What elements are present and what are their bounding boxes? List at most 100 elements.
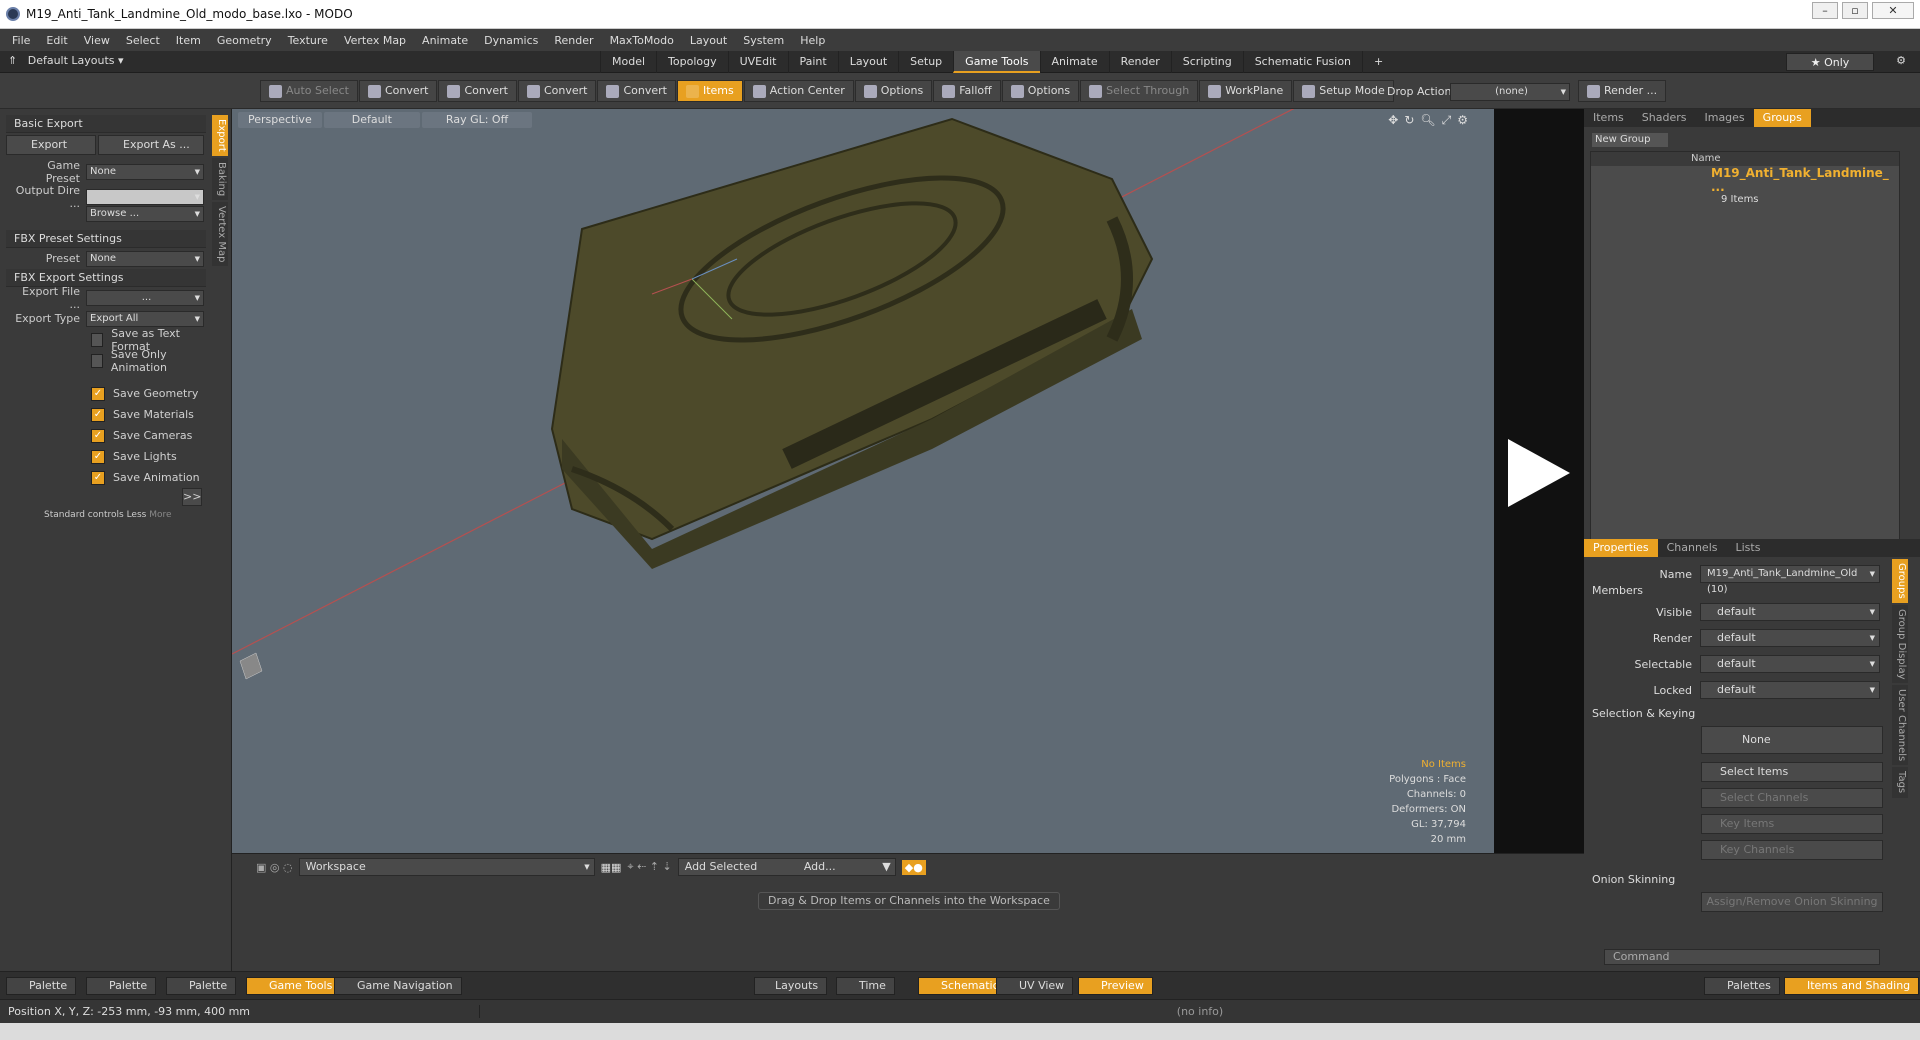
locked-dropdown[interactable]: default [1700,681,1880,699]
tab-images[interactable]: Images [1695,109,1753,127]
minimize-button[interactable]: – [1812,2,1838,19]
menu-maxtomodo[interactable]: MaxToModo [602,34,682,47]
toolbar-action-center-button[interactable]: Action Center [743,80,854,102]
export-type-dropdown[interactable]: Export All [86,310,204,327]
browse-button[interactable]: Browse ... [86,205,204,222]
palette-button-2[interactable]: Palette [86,977,157,995]
preset-dropdown[interactable]: None [86,250,204,267]
assign-onion-button[interactable]: Assign/Remove Onion Skinning [1701,892,1883,912]
key-channels-button[interactable]: Key Channels [1701,840,1883,860]
schematic-tool-icons[interactable]: ▣ ◎ ◌ [256,861,293,874]
menu-select[interactable]: Select [118,34,168,47]
menu-help[interactable]: Help [792,34,833,47]
tab-lists[interactable]: Lists [1727,539,1770,557]
toolbar-falloff-button[interactable]: Falloff [933,80,1001,102]
group-name-field[interactable]: M19_Anti_Tank_Landmine_Old (10) [1700,565,1880,595]
tab-items[interactable]: Items [1584,109,1633,127]
group-row[interactable]: M19_Anti_Tank_Landmine_ ... 9 Items [1591,166,1899,205]
3d-viewport[interactable]: Perspective Default Ray GL: Off ✥ ↻ 🔍︎ ⤢… [232,109,1494,853]
rotate-view-icon[interactable]: ↻ [1404,113,1414,128]
toolbar-options-button[interactable]: Options [854,80,933,102]
toolbar-options-button[interactable]: Options [1001,80,1080,102]
tab-properties[interactable]: Properties [1584,539,1658,557]
time-button[interactable]: Time [836,977,895,995]
game-navigation-button[interactable]: Game Navigation [334,977,462,995]
tab-topology[interactable]: Topology [656,51,728,73]
command-input[interactable]: Command [1604,949,1880,965]
schematic-button[interactable]: Schematic [918,977,1008,995]
workspace-dropdown[interactable]: Workspace [298,858,595,876]
checkbox-row[interactable]: ✓ Save Cameras [6,425,206,446]
raygl-toggle[interactable]: Ray GL: Off [421,112,533,128]
menu-layout[interactable]: Layout [682,34,735,47]
checkbox[interactable]: ✓ [91,428,105,443]
grid-layout-icon[interactable]: ▦▦ [601,861,622,874]
layouts-dropdown[interactable]: ⇑ Default Layouts ▾ [8,54,124,67]
more-link[interactable]: More [149,510,171,520]
toolbar-convert-button[interactable]: Convert [438,80,517,102]
checkbox-row[interactable]: Save Only Animation [6,348,206,374]
drop-action-dropdown[interactable]: (none) [1450,83,1570,101]
checkbox[interactable] [91,353,103,368]
palette-button-1[interactable]: Palette [6,977,77,995]
onion-skinning-header[interactable]: Onion Skinning [1592,873,1675,886]
only-button[interactable]: ★ Only [1786,53,1874,71]
palette-button-3[interactable]: Palette [166,977,237,995]
fbx-preset-header[interactable]: FBX Preset Settings [6,230,206,248]
select-channels-button[interactable]: Select Channels [1701,788,1883,808]
export-button[interactable]: Export [6,135,96,155]
tab-animate[interactable]: Animate [1039,51,1109,73]
menu-file[interactable]: File [4,34,38,47]
add-tab-button[interactable]: + [1362,51,1394,73]
selectable-dropdown[interactable]: default [1700,655,1880,673]
checkbox[interactable]: ✓ [91,386,105,401]
toolbar-select-through-button[interactable]: Select Through [1080,80,1199,102]
toolbar-convert-button[interactable]: Convert [358,80,438,102]
play-icon[interactable] [1508,439,1570,507]
toolbar-workplane-button[interactable]: WorkPlane [1199,80,1293,102]
tab-setup[interactable]: Setup [898,51,953,73]
shading-dropdown[interactable]: Default [323,112,420,128]
output-dir-field[interactable] [86,188,204,205]
tab-layout[interactable]: Layout [837,51,898,73]
more-options-button[interactable]: >> [182,488,202,506]
game-tools-button[interactable]: Game Tools [246,977,342,995]
render-dropdown[interactable]: default [1700,629,1880,647]
visible-dropdown[interactable]: default [1700,603,1880,621]
menu-item[interactable]: Item [168,34,209,47]
side-tab-baking[interactable]: Baking [212,157,228,200]
side-tab-tags[interactable]: Tags [1892,767,1908,798]
menu-view[interactable]: View [76,34,118,47]
palettes-button[interactable]: Palettes [1704,977,1780,995]
menu-system[interactable]: System [735,34,792,47]
menu-animate[interactable]: Animate [414,34,476,47]
new-group-button[interactable]: New Group [1592,133,1668,147]
checkbox[interactable]: ✓ [91,470,105,485]
toolbar-convert-button[interactable]: Convert [517,80,597,102]
tab-render[interactable]: Render [1108,51,1171,73]
render-button[interactable]: Render ... [1578,80,1667,102]
side-tab-export[interactable]: Export [212,115,228,156]
move-view-icon[interactable]: ✥ [1388,113,1398,128]
side-tab-group-display[interactable]: Group Display [1892,604,1908,684]
menu-texture[interactable]: Texture [280,34,336,47]
side-tab-user-channels[interactable]: User Channels [1892,685,1908,766]
uv-view-button[interactable]: UV View [996,977,1074,995]
checkbox[interactable]: ✓ [91,449,105,464]
tab-shaders[interactable]: Shaders [1633,109,1696,127]
key-toggle-icon[interactable]: ◆● [901,859,926,875]
menu-vertex-map[interactable]: Vertex Map [336,34,414,47]
menu-edit[interactable]: Edit [38,34,75,47]
checkbox[interactable] [91,332,104,347]
select-items-button[interactable]: Select Items [1701,762,1883,782]
selection-set-none[interactable]: None [1701,726,1883,754]
gear-icon[interactable]: ⚙ [1896,54,1906,67]
items-shading-button[interactable]: Items and Shading [1784,977,1920,995]
add-selected-dropdown[interactable]: Add Selected Add... ▼ [677,858,896,876]
checkbox[interactable]: ✓ [91,407,105,422]
tab-schematic-fusion[interactable]: Schematic Fusion [1242,51,1362,73]
toolbar-items-button[interactable]: Items [676,80,743,102]
side-tab-groups[interactable]: Groups [1892,559,1908,603]
menu-geometry[interactable]: Geometry [209,34,280,47]
tab-scripting[interactable]: Scripting [1170,51,1243,73]
